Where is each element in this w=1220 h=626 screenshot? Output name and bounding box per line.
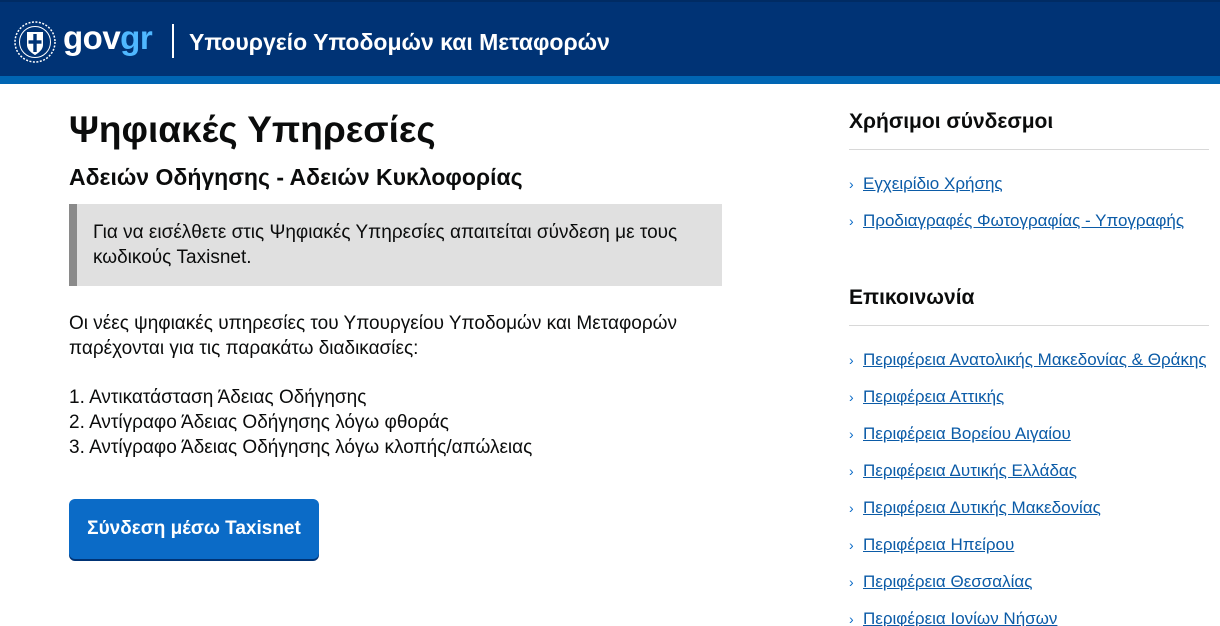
chevron-right-icon: › xyxy=(849,610,854,626)
list-item: 2. Αντίγραφο Άδειας Οδήγησης λόγω φθοράς xyxy=(69,412,449,433)
link-region[interactable]: Περιφέρεια Ανατολικής Μακεδονίας & Θράκη… xyxy=(863,350,1207,370)
main-content: Ψηφιακές Υπηρεσίες Αδειών Οδήγησης - Αδε… xyxy=(69,100,729,559)
logo-gr: gr xyxy=(120,19,153,56)
contact-section: Επικοινωνία › Περιφέρεια Ανατολικής Μακεδ… xyxy=(849,284,1209,626)
link-region[interactable]: Περιφέρεια Ιονίων Νήσων xyxy=(863,609,1057,626)
list-item: 1. Αντικατάσταση Άδειας Οδήγησης xyxy=(69,387,367,408)
taxisnet-login-button[interactable]: Σύνδεση μέσω Taxisnet xyxy=(69,499,319,559)
link-region[interactable]: Περιφέρεια Δυτικής Μακεδονίας xyxy=(863,498,1101,518)
link-photo-specs[interactable]: Προδιαγραφές Φωτογραφίας - Υπογραφής xyxy=(863,211,1184,231)
chevron-right-icon: › xyxy=(849,388,854,405)
intro-text: Οι νέες ψηφιακές υπηρεσίες του Υπουργείο… xyxy=(69,313,677,359)
link-region[interactable]: Περιφέρεια Βορείου Αιγαίου xyxy=(863,424,1071,444)
link-region[interactable]: Περιφέρεια Αττικής xyxy=(863,387,1004,407)
link-region[interactable]: Περιφέρεια Θεσσαλίας xyxy=(863,572,1032,592)
chevron-right-icon: › xyxy=(849,425,854,442)
chevron-right-icon: › xyxy=(849,499,854,516)
chevron-right-icon: › xyxy=(849,536,854,553)
list-item[interactable]: › Περιφέρεια Ηπείρου xyxy=(849,526,1209,563)
chevron-right-icon: › xyxy=(849,175,854,192)
greek-coat-of-arms-icon[interactable] xyxy=(14,21,56,63)
list-item[interactable]: › Περιφέρεια Αττικής xyxy=(849,378,1209,415)
list-item[interactable]: › Περιφέρεια Δυτικής Ελλάδας xyxy=(849,452,1209,489)
link-user-manual[interactable]: Εγχειρίδιο Χρήσης xyxy=(863,174,1003,194)
ministry-name[interactable]: Υπουργείο Υποδομών και Μεταφορών xyxy=(189,27,610,57)
list-item: 3. Αντίγραφο Άδειας Οδήγησης λόγω κλοπής… xyxy=(69,437,533,458)
contact-links-list: › Περιφέρεια Ανατολικής Μακεδονίας & Θράκ… xyxy=(849,341,1209,626)
header-bar: govgr Υπουργείο Υποδομών και Μεταφορών xyxy=(0,0,1220,76)
header-accent-stripe xyxy=(0,76,1220,84)
govgr-logo[interactable]: govgr xyxy=(63,18,153,58)
list-item[interactable]: › Εγχειρίδιο Χρήσης xyxy=(849,165,1209,202)
useful-links-section: Χρήσιμοι σύνδεσμοι › Εγχειρίδιο Χρήσης › Π… xyxy=(849,108,1209,239)
useful-links-list: › Εγχειρίδιο Χρήσης › Προδιαγραφές Φωτογρα… xyxy=(849,165,1209,239)
page-title: Ψηφιακές Υπηρεσίες xyxy=(69,109,436,150)
useful-links-heading: Χρήσιμοι σύνδεσμοι xyxy=(849,108,1209,150)
list-item[interactable]: › Περιφέρεια Θεσσαλίας xyxy=(849,563,1209,600)
logo-divider xyxy=(172,24,174,58)
link-region[interactable]: Περιφέρεια Δυτικής Ελλάδας xyxy=(863,461,1077,481)
chevron-right-icon: › xyxy=(849,573,854,590)
chevron-right-icon: › xyxy=(849,351,854,368)
list-item[interactable]: › Περιφέρεια Δυτικής Μακεδονίας xyxy=(849,489,1209,526)
list-item[interactable]: › Περιφέρεια Ανατολικής Μακεδονίας & Θράκ… xyxy=(849,341,1209,378)
chevron-right-icon: › xyxy=(849,212,854,229)
procedures-list: 1. Αντικατάσταση Άδειας Οδήγησης 2. Αντί… xyxy=(69,385,729,460)
logo-gov: gov xyxy=(63,19,121,56)
list-item[interactable]: › Περιφέρεια Βορείου Αιγαίου xyxy=(849,415,1209,452)
link-region[interactable]: Περιφέρεια Ηπείρου xyxy=(863,535,1014,555)
contact-heading: Επικοινωνία xyxy=(849,284,1209,326)
list-item[interactable]: › Περιφέρεια Ιονίων Νήσων xyxy=(849,600,1209,626)
chevron-right-icon: › xyxy=(849,462,854,479)
login-notice: Για να εισέλθετε στις Ψηφιακές Υπηρεσίες… xyxy=(69,204,722,286)
list-item[interactable]: › Προδιαγραφές Φωτογραφίας - Υπογραφής xyxy=(849,202,1209,239)
page-subtitle: Αδειών Οδήγησης - Αδειών Κυκλοφορίας xyxy=(69,164,523,190)
